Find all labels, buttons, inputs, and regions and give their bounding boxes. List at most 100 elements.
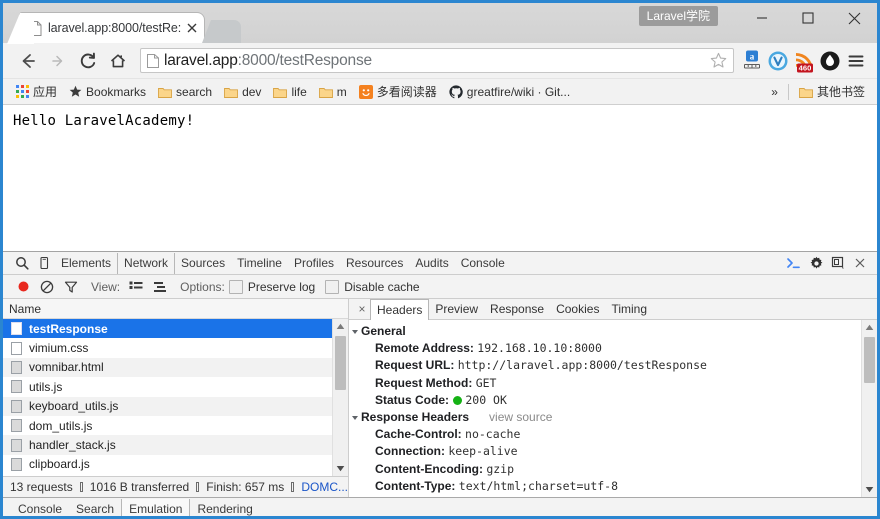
bookmark-folder-search[interactable]: search <box>152 82 218 102</box>
clear-icon[interactable] <box>35 276 59 298</box>
folder-icon <box>273 86 288 98</box>
bookmark-item-greatfire[interactable]: greatfire/wiki · Git... <box>443 82 576 102</box>
devtools-tab-elements[interactable]: Elements <box>55 253 117 274</box>
view-label: View: <box>91 279 121 294</box>
maximize-button[interactable] <box>785 3 831 33</box>
devtools-tab-resources[interactable]: Resources <box>340 253 409 274</box>
devtools-tab-console[interactable]: Console <box>455 253 511 274</box>
bookmark-item-bookmarks[interactable]: Bookmarks <box>63 82 152 102</box>
folder-icon <box>799 86 813 98</box>
devtools-tab-network[interactable]: Network <box>117 252 176 274</box>
disable-cache-checkbox[interactable]: Disable cache <box>325 279 420 294</box>
device-toggle-icon[interactable] <box>33 253 55 274</box>
address-bar[interactable]: laravel.app:8000/testResponse <box>140 48 734 73</box>
v-circle-icon[interactable] <box>765 47 791 75</box>
table-row[interactable]: vimium.css <box>3 338 348 357</box>
header-row-request-method: Request Method: GET <box>353 375 877 392</box>
header-key: Connection: <box>375 444 445 459</box>
star-icon[interactable] <box>709 51 729 71</box>
bookmark-folder-m[interactable]: m <box>313 82 353 102</box>
minimize-button[interactable] <box>739 3 785 33</box>
close-button[interactable] <box>831 3 877 33</box>
close-icon[interactable]: × <box>354 302 370 316</box>
scrollbar-thumb[interactable] <box>335 336 346 390</box>
filter-icon[interactable] <box>59 276 83 298</box>
gear-icon[interactable] <box>805 253 827 274</box>
drawer-tab-console[interactable]: Console <box>11 499 69 517</box>
bookmark-label: m <box>336 84 347 99</box>
adblock-ruler-icon[interactable]: a <box>739 47 765 75</box>
scrollbar-thumb[interactable] <box>864 337 875 383</box>
browser-tab[interactable]: laravel.app:8000/testRe: <box>7 12 205 44</box>
devtools-tab-sources[interactable]: Sources <box>175 253 231 274</box>
view-source-link[interactable]: view source <box>489 409 552 426</box>
table-row[interactable]: testResponse <box>3 319 348 339</box>
general-section-header[interactable]: General <box>352 323 877 340</box>
close-icon[interactable] <box>184 20 200 36</box>
scroll-up-arrow-icon[interactable] <box>333 319 348 334</box>
detail-tab-cookies[interactable]: Cookies <box>550 300 605 319</box>
devtools-tab-profiles[interactable]: Profiles <box>288 253 340 274</box>
header-row-cache-control: Cache-Control: no-cache <box>353 426 877 443</box>
bookmark-item-duokan[interactable]: 多看阅读器 <box>353 82 443 102</box>
column-header-name[interactable]: Name <box>3 299 348 319</box>
scroll-up-arrow-icon[interactable] <box>862 320 877 335</box>
table-row[interactable]: clipboard.js <box>3 455 348 474</box>
rss-feed-icon[interactable]: 460 <box>791 47 817 75</box>
headers-scrollbar[interactable] <box>861 320 877 497</box>
bookmark-label: 多看阅读器 <box>376 85 437 99</box>
apps-shortcut[interactable]: 应用 <box>10 82 63 102</box>
reload-icon[interactable] <box>73 46 103 76</box>
other-bookmarks-folder[interactable]: 其他书签 <box>793 82 871 102</box>
smiley-icon <box>358 84 373 99</box>
table-row[interactable]: vomnibar.html <box>3 357 348 378</box>
drawer-tab-rendering[interactable]: Rendering <box>190 499 259 517</box>
table-row[interactable]: handler_stack.js <box>3 435 348 455</box>
devtools-tab-timeline[interactable]: Timeline <box>231 253 288 274</box>
flame-droplet-icon[interactable] <box>817 47 843 75</box>
detail-tab-preview[interactable]: Preview <box>429 300 484 319</box>
drawer-tab-emulation[interactable]: Emulation <box>121 498 191 516</box>
console-prompt-icon[interactable] <box>783 253 805 274</box>
domcontentloaded-metric: DOMC... <box>301 480 349 494</box>
back-icon[interactable] <box>13 46 43 76</box>
profile-name-button[interactable]: Laravel学院 <box>638 6 718 26</box>
request-list[interactable]: testResponse vimium.css vomnibar.html ut… <box>3 319 348 476</box>
headers-pane[interactable]: General Remote Address: 192.168.10.10:80… <box>349 320 877 497</box>
document-icon <box>11 360 22 374</box>
table-row[interactable]: dom_utils.js <box>3 416 348 435</box>
bookmark-folder-dev[interactable]: dev <box>218 82 267 102</box>
list-view-icon[interactable] <box>124 276 148 298</box>
detail-tab-timing[interactable]: Timing <box>605 300 653 319</box>
response-headers-section-header[interactable]: Response Headers view source <box>352 409 877 426</box>
dock-side-icon[interactable] <box>827 253 849 274</box>
chevron-down-icon <box>352 415 358 420</box>
new-tab-button[interactable] <box>202 20 241 43</box>
detail-tab-response[interactable]: Response <box>484 300 550 319</box>
request-list-scrollbar[interactable] <box>332 319 348 476</box>
scroll-down-arrow-icon[interactable] <box>333 461 348 476</box>
detail-tab-headers[interactable]: Headers <box>370 299 430 320</box>
devtools-tab-audits[interactable]: Audits <box>409 253 454 274</box>
home-icon[interactable] <box>103 46 133 76</box>
table-row[interactable]: utils.js <box>3 377 348 396</box>
search-icon[interactable] <box>11 253 33 274</box>
scroll-down-arrow-icon[interactable] <box>862 482 877 497</box>
record-icon[interactable] <box>11 276 35 298</box>
address-path: :8000/testResponse <box>237 51 372 69</box>
script-icon <box>11 457 22 471</box>
page-icon <box>29 20 42 36</box>
drawer-tab-search[interactable]: Search <box>69 499 121 517</box>
request-name: keyboard_utils.js <box>29 399 119 414</box>
close-icon[interactable] <box>849 253 871 274</box>
preserve-log-checkbox[interactable]: Preserve log <box>228 279 315 294</box>
page-content-text: Hello LaravelAcademy! <box>13 113 195 129</box>
bookmarks-overflow-button[interactable]: » <box>765 82 784 102</box>
menu-icon[interactable] <box>843 47 869 75</box>
timeline-view-icon[interactable] <box>148 276 172 298</box>
table-row[interactable]: keyboard_utils.js <box>3 396 348 416</box>
header-key: Content-Type: <box>375 478 456 493</box>
bookmark-folder-life[interactable]: life <box>267 82 312 102</box>
forward-icon[interactable] <box>43 46 73 76</box>
svg-text:a: a <box>750 51 755 61</box>
